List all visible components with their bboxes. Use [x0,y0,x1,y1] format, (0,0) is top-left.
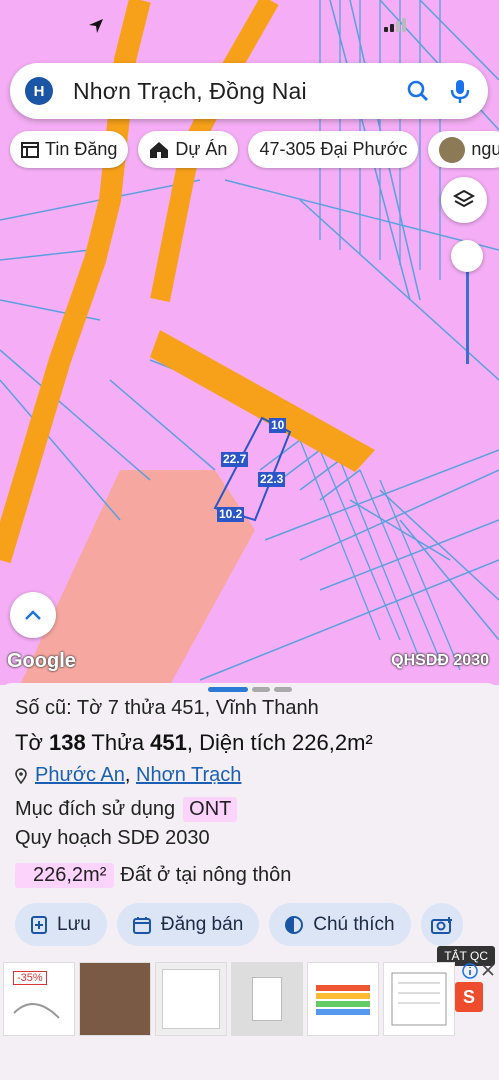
discount-badge: -35% [13,971,47,985]
ad-product-thumbnail[interactable]: -35% [3,962,75,1036]
filter-chips: Tin Đăng Dự Án 47-305 Đại Phước ngu [10,131,499,168]
location-pin-icon [15,767,27,784]
expand-up-button[interactable] [10,592,56,638]
house-icon [150,141,169,158]
ad-close-icon[interactable] [481,963,495,977]
dimension-label: 22.3 [258,472,286,487]
chip-du-an[interactable]: Dự Án [138,131,239,168]
action-bar: Lưu Đăng bán Chú thích [15,903,463,946]
search-bar[interactable]: H Nhơn Trạch, Đồng Nai [10,63,488,119]
purpose-badge: ONT [183,797,238,822]
microphone-icon[interactable] [446,77,474,105]
opacity-slider-handle[interactable] [451,240,483,272]
dimension-label: 10 [269,418,287,433]
ad-info-icon[interactable] [462,963,478,979]
calendar-icon [132,916,151,934]
ad-product-thumbnail[interactable] [307,962,379,1036]
address-line: Phước An, Nhơn Trạch [15,764,241,787]
contrast-icon [285,915,304,934]
info-sheet: Số cũ: Tờ 7 thửa 451, Vĩnh Thanh Tờ 138 … [0,683,499,1080]
chip-label: 47-305 Đại Phước [259,139,408,159]
shopee-icon: S [455,982,483,1012]
ad-product-thumbnail[interactable] [155,962,227,1036]
listing-icon [21,141,39,158]
sheet-handle[interactable] [208,687,292,692]
purpose-line: Mục đích sử dụng ONT [15,797,238,822]
photo-button[interactable] [420,903,463,946]
layer-label: QHSDĐ 2030 [391,652,489,669]
planning-title: Quy hoạch SDĐ 2030 [15,827,210,849]
save-button[interactable]: Lưu [15,903,107,946]
legend-button[interactable]: Chú thích [269,903,411,946]
planning-line: 226,2m² Đất ở tại nông thôn [15,863,291,888]
parcel-summary: Tờ 138 Thửa 451, Diện tích 226,2m² [15,730,373,755]
add-photo-icon [430,916,452,934]
search-input[interactable]: Nhơn Trạch, Đồng Nai [73,78,404,105]
chip-label: ngu [471,139,499,159]
chip-tin-dang[interactable]: Tin Đăng [10,131,129,168]
search-icon[interactable] [404,77,432,105]
chip-user[interactable]: ngu [428,131,499,168]
location-arrow-icon [89,19,103,33]
user-photo [439,136,466,163]
dimension-label: 22.7 [221,452,249,467]
status-bar [0,0,499,50]
ad-product-thumbnail[interactable] [383,962,455,1036]
google-logo: Google [7,650,76,672]
ward-link[interactable]: Phước An [35,764,125,786]
post-for-sale-button[interactable]: Đăng bán [116,903,260,946]
ad-product-thumbnail[interactable] [231,962,303,1036]
chip-label: Dự Án [175,139,228,159]
ad-banner[interactable]: TẮT QC -35% S [0,946,499,1080]
planned-area-badge: 226,2m² [15,863,115,888]
opacity-slider-track[interactable] [466,258,469,364]
chip-label: Tin Đăng [45,139,118,159]
layers-button[interactable] [441,177,487,223]
dimension-label: 10.2 [217,507,245,522]
old-record: Số cũ: Tờ 7 thửa 451, Vĩnh Thanh [15,697,319,719]
ad-thumbnails: -35% [3,962,455,1036]
chevron-up-icon [25,610,41,620]
layers-icon [453,189,475,208]
chip-location[interactable]: 47-305 Đại Phước [248,131,419,168]
ad-product-thumbnail[interactable] [79,962,151,1036]
district-link[interactable]: Nhơn Trạch [136,764,241,786]
signal-icon [384,18,406,32]
avatar[interactable]: H [25,77,53,105]
save-icon [31,915,47,934]
